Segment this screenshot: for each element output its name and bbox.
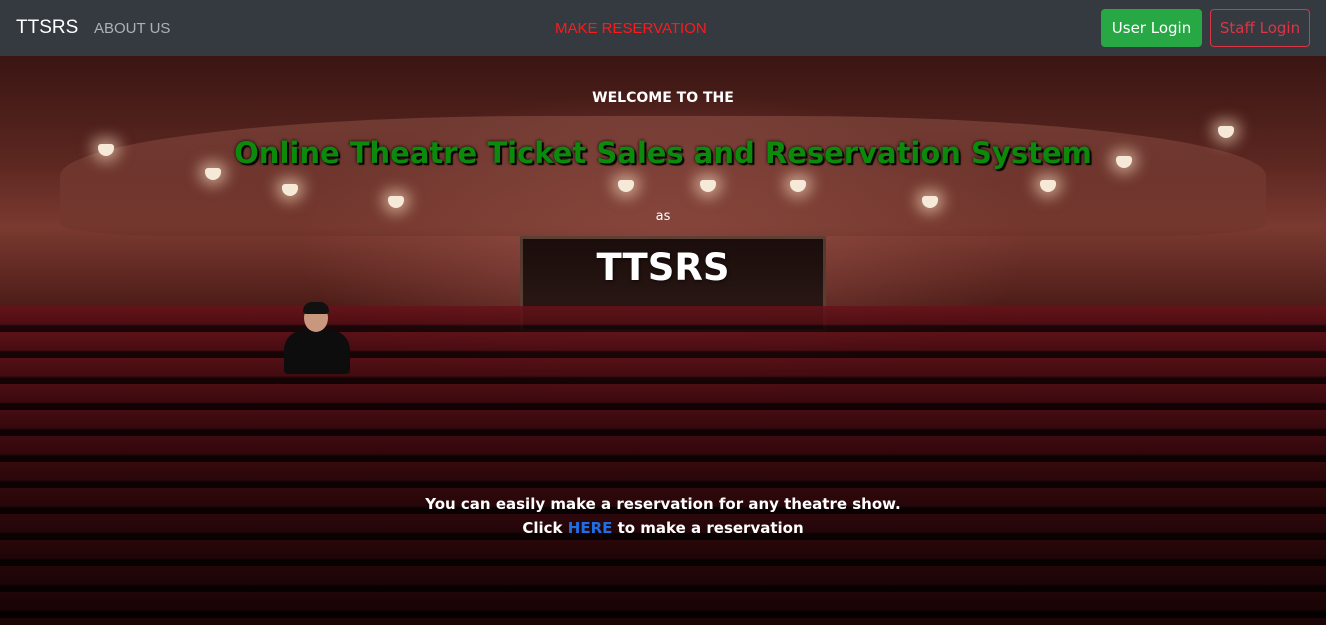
- as-text: as: [655, 209, 671, 224]
- seated-person-figure: [284, 302, 350, 374]
- click-suffix-text: to make a reservation: [617, 519, 804, 537]
- nav-make-reservation-link[interactable]: MAKE RESERVATION: [555, 20, 707, 37]
- welcome-heading: WELCOME TO THE: [592, 90, 734, 106]
- seat-shading: [0, 306, 1326, 625]
- top-navbar: TTSRS ABOUT US MAKE RESERVATION User Log…: [0, 0, 1326, 56]
- hero-section: WELCOME TO THE Online Theatre Ticket Sal…: [0, 56, 1326, 625]
- acronym-heading: TTSRS: [596, 246, 730, 289]
- reservation-description: You can easily make a reservation for an…: [425, 495, 901, 513]
- user-login-button[interactable]: User Login: [1101, 9, 1202, 47]
- reservation-call-to-action: Click HERE to make a reservation: [0, 519, 1326, 537]
- system-title: Online Theatre Ticket Sales and Reservat…: [234, 136, 1092, 170]
- here-reservation-link[interactable]: HERE: [568, 519, 613, 537]
- click-prefix-text: Click: [522, 519, 563, 537]
- nav-about-us-link[interactable]: ABOUT US: [94, 20, 170, 37]
- staff-login-button[interactable]: Staff Login: [1210, 9, 1310, 47]
- brand-logo-link[interactable]: TTSRS: [16, 17, 78, 39]
